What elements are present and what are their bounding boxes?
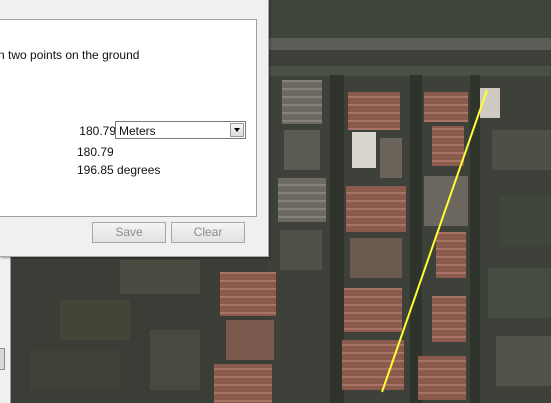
- units-selected: Meters: [119, 124, 156, 138]
- units-dropdown[interactable]: Meters: [115, 121, 246, 139]
- ruler-description: n two points on the ground: [0, 48, 140, 62]
- map-length-value: 180.79: [77, 145, 114, 159]
- left-panel-edge: [0, 256, 11, 403]
- ruler-measurement-panel: n two points on the ground 180.79 Meters…: [0, 19, 257, 217]
- chevron-down-icon[interactable]: [230, 123, 244, 137]
- save-button[interactable]: Save: [92, 222, 166, 243]
- panel-splitter-handle[interactable]: [0, 348, 5, 370]
- clear-button[interactable]: Clear: [171, 222, 245, 243]
- ruler-dialog: n two points on the ground 180.79 Meters…: [0, 0, 269, 257]
- length-value: 180.79: [79, 124, 116, 138]
- heading-value: 196.85 degrees: [77, 163, 161, 177]
